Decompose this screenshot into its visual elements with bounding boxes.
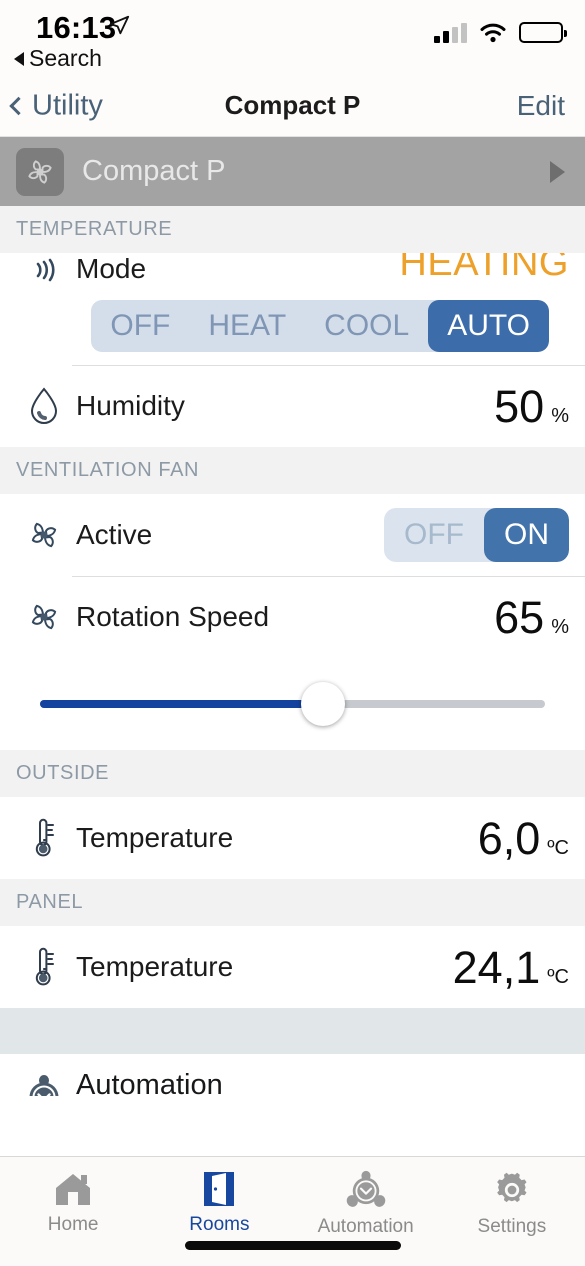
row-automation[interactable]: Automation 0 RULES, 0 SCENES bbox=[0, 1054, 585, 1096]
signal-waves-icon bbox=[16, 255, 72, 285]
tab-bar: Home Rooms Automation Settings bbox=[0, 1156, 585, 1266]
tab-settings[interactable]: Settings bbox=[439, 1169, 585, 1238]
tab-rooms[interactable]: Rooms bbox=[146, 1169, 292, 1236]
segment-option-heat[interactable]: HEAT bbox=[189, 300, 305, 352]
row-fan-active[interactable]: Active OFF ON bbox=[0, 494, 585, 576]
fan-active-toggle[interactable]: OFF ON bbox=[384, 508, 569, 562]
tab-label-automation: Automation bbox=[317, 1216, 414, 1237]
panel-temperature-value: 24,1 bbox=[452, 941, 541, 993]
alarm-clock-icon bbox=[16, 1073, 72, 1096]
status-bar: 16:13 Search bbox=[0, 0, 585, 75]
device-name: Compact P bbox=[82, 155, 226, 187]
section-header-outside: OUTSIDE bbox=[0, 750, 585, 797]
tab-label-settings: Settings bbox=[477, 1216, 547, 1237]
tab-label-rooms: Rooms bbox=[189, 1214, 250, 1235]
tab-automation[interactable]: Automation bbox=[293, 1169, 439, 1238]
row-value-panel-temperature: 24,1 ºC bbox=[453, 945, 569, 990]
section-header-ventilation-fan: VENTILATION FAN bbox=[0, 447, 585, 494]
wifi-icon bbox=[480, 23, 506, 43]
toggle-option-on[interactable]: ON bbox=[484, 508, 569, 562]
row-separator bbox=[72, 365, 585, 366]
row-mode-segment[interactable]: OFF HEAT COOL AUTO bbox=[0, 287, 585, 365]
cellular-signal-icon bbox=[434, 23, 467, 43]
row-label-fan-active: Active bbox=[76, 519, 153, 550]
triangle-left-icon bbox=[14, 51, 24, 66]
section-header-panel: PANEL bbox=[0, 879, 585, 926]
slider-thumb[interactable] bbox=[300, 682, 345, 726]
fan-icon bbox=[16, 515, 72, 555]
outside-temperature-unit: ºC bbox=[547, 836, 569, 859]
fan-icon bbox=[16, 147, 64, 196]
device-header[interactable]: Compact P bbox=[0, 137, 585, 206]
row-value-rotation-speed: 65 % bbox=[494, 595, 569, 640]
automation-texts: Automation 0 RULES, 0 SCENES bbox=[76, 1069, 250, 1097]
status-back-label: Search bbox=[29, 45, 102, 71]
mode-segmented-control[interactable]: OFF HEAT COOL AUTO bbox=[91, 300, 549, 352]
home-indicator bbox=[184, 1241, 401, 1250]
navigation-bar: Utility Compact P Edit bbox=[0, 75, 585, 137]
panel-temperature-unit: ºC bbox=[547, 965, 569, 988]
row-outside-temperature[interactable]: Temperature 6,0 ºC bbox=[0, 797, 585, 879]
edit-button[interactable]: Edit bbox=[517, 90, 565, 122]
row-label-panel-temperature: Temperature bbox=[76, 951, 234, 982]
battery-icon bbox=[519, 22, 567, 43]
row-separator bbox=[72, 576, 585, 577]
rotation-speed-slider[interactable] bbox=[40, 682, 545, 726]
house-icon bbox=[56, 1174, 91, 1205]
segment-option-off[interactable]: OFF bbox=[91, 300, 189, 352]
fan-icon bbox=[16, 597, 72, 637]
gear-icon bbox=[497, 1172, 527, 1203]
section-header-temperature: TEMPERATURE bbox=[0, 206, 585, 253]
rotation-speed-value: 65 bbox=[494, 591, 545, 643]
humidity-unit: % bbox=[551, 404, 569, 427]
toggle-option-off[interactable]: OFF bbox=[384, 508, 484, 562]
status-back-to-search[interactable]: Search bbox=[14, 45, 102, 72]
thermometer-icon bbox=[16, 816, 72, 860]
row-label-humidity: Humidity bbox=[76, 390, 185, 421]
rotation-speed-unit: % bbox=[551, 615, 569, 638]
page-title: Compact P bbox=[224, 90, 361, 120]
row-panel-temperature[interactable]: Temperature 24,1 ºC bbox=[0, 926, 585, 1008]
thermometer-icon bbox=[16, 945, 72, 989]
droplet-icon bbox=[16, 386, 72, 426]
settings-list[interactable]: TEMPERATURE Mode HEATING OFF HEAT COOL A… bbox=[0, 206, 585, 1096]
slider-fill bbox=[40, 700, 323, 708]
segment-option-cool[interactable]: COOL bbox=[305, 300, 428, 352]
tab-home[interactable]: Home bbox=[0, 1169, 146, 1236]
section-spacer bbox=[0, 1008, 585, 1054]
humidity-value: 50 bbox=[494, 380, 545, 432]
automation-title: Automation bbox=[76, 1068, 223, 1097]
row-rotation-speed[interactable]: Rotation Speed 65 % bbox=[0, 576, 585, 658]
tab-label-home: Home bbox=[47, 1214, 99, 1235]
row-value-outside-temperature: 6,0 ºC bbox=[478, 816, 569, 861]
row-value-humidity: 50 % bbox=[494, 384, 569, 429]
location-arrow-icon bbox=[109, 15, 130, 35]
row-label-rotation-speed: Rotation Speed bbox=[76, 601, 270, 632]
row-label-outside-temperature: Temperature bbox=[76, 822, 234, 853]
row-label-mode: Mode bbox=[76, 253, 147, 284]
outside-temperature-value: 6,0 bbox=[477, 812, 541, 864]
status-time: 16:13 bbox=[36, 10, 117, 45]
row-humidity[interactable]: Humidity 50 % bbox=[0, 365, 585, 447]
alarm-clock-icon bbox=[346, 1170, 385, 1207]
door-icon bbox=[204, 1172, 235, 1206]
app-screen: 16:13 Search Utility Compact P Edit Comp… bbox=[0, 0, 585, 1266]
status-indicators bbox=[434, 22, 567, 43]
triangle-right-icon bbox=[550, 160, 565, 183]
segment-option-auto[interactable]: AUTO bbox=[428, 300, 549, 352]
row-rotation-speed-slider[interactable] bbox=[0, 658, 585, 750]
